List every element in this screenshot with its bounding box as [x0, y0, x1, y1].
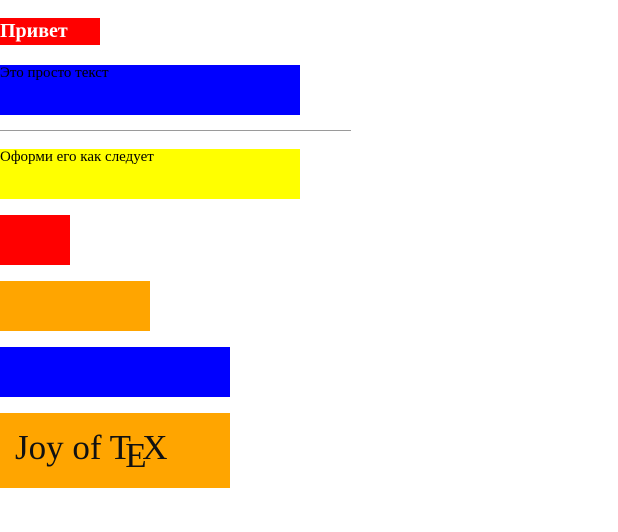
- orange-bar: [0, 281, 150, 331]
- page-heading: Привет: [0, 18, 100, 45]
- tex-logo: Joy of TEX: [15, 428, 168, 475]
- red-bar: [0, 215, 70, 265]
- format-text-block: Оформи его как следует: [0, 149, 300, 199]
- plain-text-label: Это просто текст: [0, 65, 109, 81]
- tex-logo-e: E: [125, 435, 147, 475]
- blue-bar: [0, 347, 230, 397]
- format-text-label: Оформи его как следует: [0, 149, 154, 165]
- plain-text-block: Это просто текст: [0, 65, 300, 115]
- tex-logo-prefix: Joy of: [15, 428, 102, 467]
- tex-logo-box: Joy of TEX: [0, 413, 230, 488]
- horizontal-divider: [0, 130, 351, 131]
